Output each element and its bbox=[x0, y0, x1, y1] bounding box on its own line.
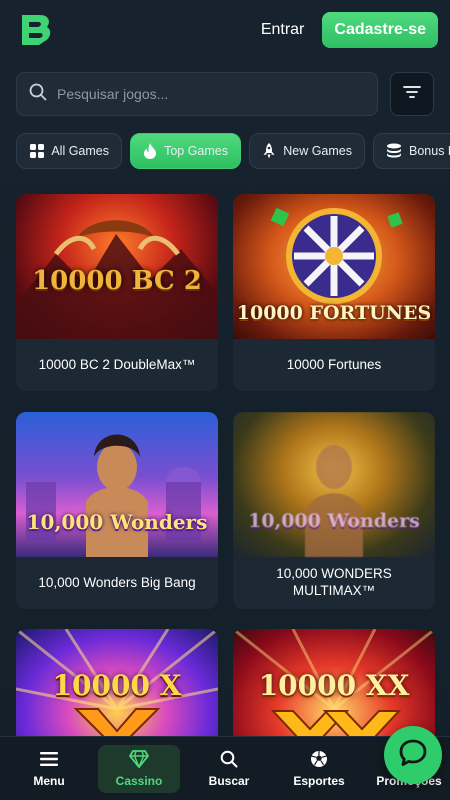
game-title: 10000 Fortunes bbox=[233, 339, 435, 391]
game-art-title: 10000 X bbox=[52, 669, 182, 702]
search-input[interactable] bbox=[57, 86, 365, 102]
search-icon bbox=[29, 83, 47, 106]
game-thumbnail: 10000 BC 2 bbox=[16, 194, 218, 339]
top-header: Entrar Cadastre-se bbox=[0, 0, 450, 60]
casino-page: Entrar Cadastre-se All Games bbox=[0, 0, 450, 800]
nav-buscar[interactable]: Buscar bbox=[188, 745, 270, 793]
nav-label: Esportes bbox=[293, 774, 345, 788]
game-art-title: 10,000 Wonders bbox=[248, 510, 420, 532]
game-card[interactable]: 10,000 Wonders 10,000 WONDERS MULTIMAX™ bbox=[233, 412, 435, 609]
game-art-title: 10,000 Wonders bbox=[26, 510, 208, 534]
filter-icon bbox=[403, 85, 421, 104]
hamburger-icon bbox=[39, 749, 59, 769]
soccer-ball-icon bbox=[309, 749, 329, 769]
brand-logo-icon bbox=[22, 15, 51, 45]
search-icon bbox=[219, 749, 239, 769]
tab-label: Top Games bbox=[164, 144, 228, 158]
game-thumbnail: 10,000 Wonders bbox=[233, 412, 435, 557]
chat-button[interactable] bbox=[384, 726, 442, 784]
game-card[interactable]: 10000 BC 2 10000 BC 2 DoubleMax™ bbox=[16, 194, 218, 391]
game-title: 10,000 WONDERS MULTIMAX™ bbox=[233, 557, 435, 609]
tab-new-games[interactable]: New Games bbox=[249, 133, 365, 169]
game-art-title: 10000 FORTUNES bbox=[236, 302, 432, 324]
nav-esportes[interactable]: Esportes bbox=[278, 745, 360, 793]
flame-icon bbox=[143, 143, 157, 159]
tab-label: New Games bbox=[283, 144, 352, 158]
nav-label: Buscar bbox=[208, 774, 250, 788]
filter-button[interactable] bbox=[390, 72, 434, 116]
category-tabs: All Games Top Games New Games Bonus Buy bbox=[16, 133, 450, 171]
nav-label: Cassino bbox=[115, 774, 163, 788]
game-card[interactable]: 10,000 Wonders 10,000 Wonders Big Bang bbox=[16, 412, 218, 609]
grid-icon bbox=[29, 143, 44, 159]
coins-icon bbox=[386, 143, 402, 159]
game-thumbnail: 10000 FORTUNES bbox=[233, 194, 435, 339]
nav-cassino[interactable]: Cassino bbox=[98, 744, 180, 793]
search-box[interactable] bbox=[16, 72, 378, 116]
game-art-title: 10000 BC 2 bbox=[32, 266, 202, 296]
game-card[interactable]: 10000 FORTUNES 10000 Fortunes bbox=[233, 194, 435, 391]
login-button[interactable]: Entrar bbox=[261, 21, 305, 39]
brand-logo[interactable] bbox=[18, 12, 54, 48]
header-actions: Entrar Cadastre-se bbox=[261, 12, 438, 48]
diamond-icon bbox=[129, 749, 149, 769]
game-thumbnail: 10,000 Wonders bbox=[16, 412, 218, 557]
game-title: 10000 BC 2 DoubleMax™ bbox=[16, 339, 218, 391]
signup-button[interactable]: Cadastre-se bbox=[322, 12, 438, 48]
nav-label: Menu bbox=[33, 774, 65, 788]
tab-label: All Games bbox=[51, 144, 109, 158]
search-row bbox=[16, 72, 434, 116]
tab-label: Bonus Buy bbox=[409, 144, 450, 158]
game-title: 10,000 Wonders Big Bang bbox=[16, 557, 218, 609]
tab-bonus-buy[interactable]: Bonus Buy bbox=[373, 133, 450, 169]
chat-bubble-icon bbox=[398, 738, 428, 773]
tab-top-games[interactable]: Top Games bbox=[130, 133, 241, 169]
bottom-nav: Menu Cassino Buscar Esportes Promoções bbox=[0, 736, 450, 800]
rocket-icon bbox=[262, 143, 276, 159]
game-art-title: 10000 XX bbox=[258, 669, 410, 702]
nav-menu[interactable]: Menu bbox=[8, 745, 90, 793]
tab-all-games[interactable]: All Games bbox=[16, 133, 122, 169]
